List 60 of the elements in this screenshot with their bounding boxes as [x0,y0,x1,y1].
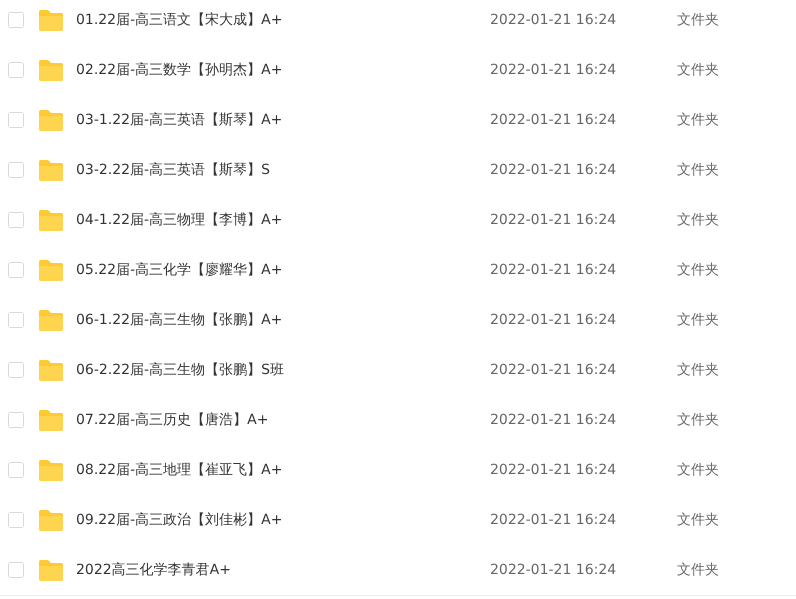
checkbox[interactable] [8,112,24,128]
file-type: 文件夹 [677,12,719,28]
checkbox[interactable] [8,512,24,528]
modified-date: 2022-01-21 16:24 [490,262,616,278]
file-type: 文件夹 [677,312,719,328]
file-type: 文件夹 [677,462,719,478]
modified-date: 2022-01-21 16:24 [490,562,616,578]
folder-icon [38,60,64,80]
folder-icon [38,110,64,130]
checkbox[interactable] [8,562,24,578]
file-name[interactable]: 08.22届-高三地理【崔亚飞】A+ [76,462,282,478]
modified-date: 2022-01-21 16:24 [490,162,616,178]
file-name[interactable]: 05.22届-高三化学【廖耀华】A+ [76,262,282,278]
folder-icon [38,360,64,380]
file-type: 文件夹 [677,162,719,178]
modified-date: 2022-01-21 16:24 [490,312,616,328]
file-type: 文件夹 [677,262,719,278]
modified-date: 2022-01-21 16:24 [490,212,616,228]
modified-date: 2022-01-21 16:24 [490,462,616,478]
folder-icon [38,160,64,180]
checkbox[interactable] [8,262,24,278]
file-type: 文件夹 [677,412,719,428]
folder-icon [38,10,64,30]
checkbox[interactable] [8,212,24,228]
checkbox[interactable] [8,462,24,478]
file-type: 文件夹 [677,512,719,528]
file-name[interactable]: 06-2.22届-高三生物【张鹏】S班 [76,362,284,378]
file-name[interactable]: 01.22届-高三语文【宋大成】A+ [76,12,282,28]
file-name[interactable]: 03-1.22届-高三英语【斯琴】A+ [76,112,282,128]
checkbox[interactable] [8,12,24,28]
checkbox[interactable] [8,62,24,78]
file-type: 文件夹 [677,62,719,78]
folder-icon [38,310,64,330]
folder-icon [38,410,64,430]
file-name[interactable]: 06-1.22届-高三生物【张鹏】A+ [76,312,282,328]
file-type: 文件夹 [677,112,719,128]
modified-date: 2022-01-21 16:24 [490,362,616,378]
checkbox[interactable] [8,162,24,178]
modified-date: 2022-01-21 16:24 [490,62,616,78]
file-name[interactable]: 09.22届-高三政治【刘佳彬】A+ [76,512,282,528]
file-type: 文件夹 [677,212,719,228]
file-name[interactable]: 04-1.22届-高三物理【李博】A+ [76,212,282,228]
file-name[interactable]: 03-2.22届-高三英语【斯琴】S [76,162,270,178]
modified-date: 2022-01-21 16:24 [490,112,616,128]
file-name[interactable]: 07.22届-高三历史【唐浩】A+ [76,412,268,428]
modified-date: 2022-01-21 16:24 [490,12,616,28]
modified-date: 2022-01-21 16:24 [490,412,616,428]
modified-date: 2022-01-21 16:24 [490,512,616,528]
checkbox[interactable] [8,312,24,328]
file-type: 文件夹 [677,362,719,378]
folder-icon [38,560,64,580]
checkbox[interactable] [8,362,24,378]
file-name[interactable]: 02.22届-高三数学【孙明杰】A+ [76,62,282,78]
folder-icon [38,210,64,230]
file-name[interactable]: 2022高三化学李青君A+ [76,562,231,578]
checkbox[interactable] [8,412,24,428]
folder-icon [38,460,64,480]
folder-icon [38,510,64,530]
file-type: 文件夹 [677,562,719,578]
folder-icon [38,260,64,280]
